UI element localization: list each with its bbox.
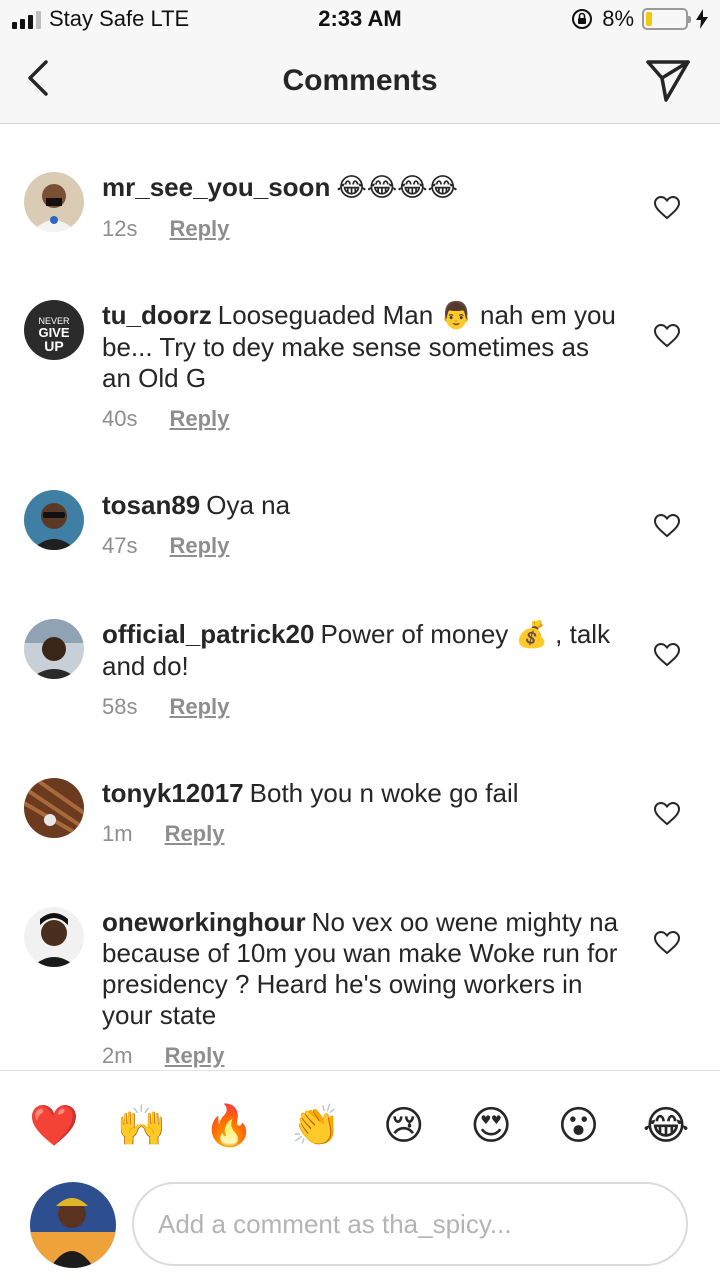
comment-username[interactable]: official_patrick20 (102, 619, 314, 649)
status-bar: Stay Safe LTE 2:33 AM 8% (0, 0, 720, 40)
status-right: 8% (570, 6, 708, 32)
comment-username[interactable]: mr_see_you_soon (102, 172, 330, 202)
comment-username[interactable]: tonyk12017 (102, 778, 244, 808)
battery-icon (642, 8, 691, 30)
like-heart-icon[interactable] (654, 802, 680, 826)
reply-button[interactable]: Reply (169, 533, 229, 559)
comment-time: 58s (102, 694, 138, 719)
emoji-laughing-button[interactable]: 😂 (642, 1102, 690, 1150)
avatar[interactable] (24, 172, 84, 232)
like-heart-icon[interactable] (654, 931, 680, 955)
comment-meta: 40s Reply (102, 406, 622, 432)
comment-text: tu_doorz Looseguaded Man 👨 nah em you be.… (102, 300, 622, 394)
comment-emoji: 👨 (440, 301, 473, 331)
comment-emoji: 😂😂😂😂 (336, 173, 458, 203)
current-user-avatar (30, 1182, 116, 1268)
avatar[interactable] (24, 907, 84, 967)
emoji-heart-eyes-button[interactable]: 😍 (467, 1102, 515, 1150)
comment-username[interactable]: tu_doorz (102, 300, 212, 330)
emoji-heart-button[interactable]: ❤️ (29, 1102, 79, 1150)
battery-percent: 8% (602, 6, 634, 31)
reply-button[interactable]: Reply (169, 406, 229, 432)
comment-text: tonyk12017 Both you n woke go fail (102, 778, 622, 809)
comment-text: oneworkinghour No vex oo wene mighty na b… (102, 907, 622, 1031)
svg-text:UP: UP (44, 338, 63, 354)
comment-text: mr_see_you_soon 😂😂😂😂 (102, 172, 622, 204)
comment-body: Both you n woke go fail (249, 778, 519, 808)
comment-meta: 12s Reply (102, 216, 622, 242)
like-heart-icon[interactable] (654, 196, 680, 220)
emoji-surprised-button[interactable]: 😮 (555, 1102, 603, 1150)
comment-meta: 58s Reply (102, 694, 622, 720)
avatar[interactable]: NEVER GIVE UP (24, 300, 84, 360)
comment-emoji: 💰 (515, 620, 548, 650)
reply-button[interactable]: Reply (169, 216, 229, 242)
comment-username[interactable]: tosan89 (102, 490, 200, 520)
comment-time: 2m (102, 1043, 133, 1068)
comment-text: tosan89 Oya na (102, 490, 622, 521)
like-heart-icon[interactable] (654, 643, 680, 667)
orientation-lock-icon (572, 9, 593, 29)
avatar[interactable] (24, 778, 84, 838)
emoji-crying-button[interactable]: 😢 (380, 1102, 428, 1150)
comment-input[interactable] (132, 1182, 688, 1266)
emoji-fire-button[interactable]: 🔥 (204, 1102, 254, 1150)
emoji-reaction-bar: ❤️ 🙌 🔥 👏 😢 😍 😮 😂 (0, 1070, 720, 1180)
comment-meta: 1m Reply (102, 821, 622, 847)
reply-button[interactable]: Reply (169, 694, 229, 720)
like-heart-icon[interactable] (654, 514, 680, 538)
emoji-raised-hands-button[interactable]: 🙌 (117, 1102, 167, 1150)
avatar[interactable] (24, 619, 84, 679)
avatar[interactable] (24, 490, 84, 550)
like-heart-icon[interactable] (654, 324, 680, 348)
comment-body: Looseguaded Man (217, 300, 434, 330)
page-title: Comments (282, 64, 438, 97)
direct-message-button[interactable] (644, 56, 692, 104)
nav-bar: Comments (0, 40, 720, 124)
comment-time: 40s (102, 406, 138, 431)
comment-body: Power of money (320, 619, 509, 649)
comment-composer (0, 1180, 720, 1280)
comment-time: 47s (102, 533, 138, 558)
charging-bolt-icon (696, 9, 708, 29)
reply-button[interactable]: Reply (165, 821, 225, 847)
comment-time: 1m (102, 821, 133, 846)
comment-username[interactable]: oneworkinghour (102, 907, 306, 937)
comment-meta: 2m Reply (102, 1043, 622, 1069)
reply-button[interactable]: Reply (165, 1043, 225, 1069)
comment-body: Oya na (206, 490, 291, 520)
emoji-clapping-button[interactable]: 👏 (291, 1102, 341, 1150)
comment-meta: 47s Reply (102, 533, 622, 559)
comment-text: official_patrick20 Power of money 💰 , tal… (102, 619, 622, 682)
comment-time: 12s (102, 216, 138, 241)
